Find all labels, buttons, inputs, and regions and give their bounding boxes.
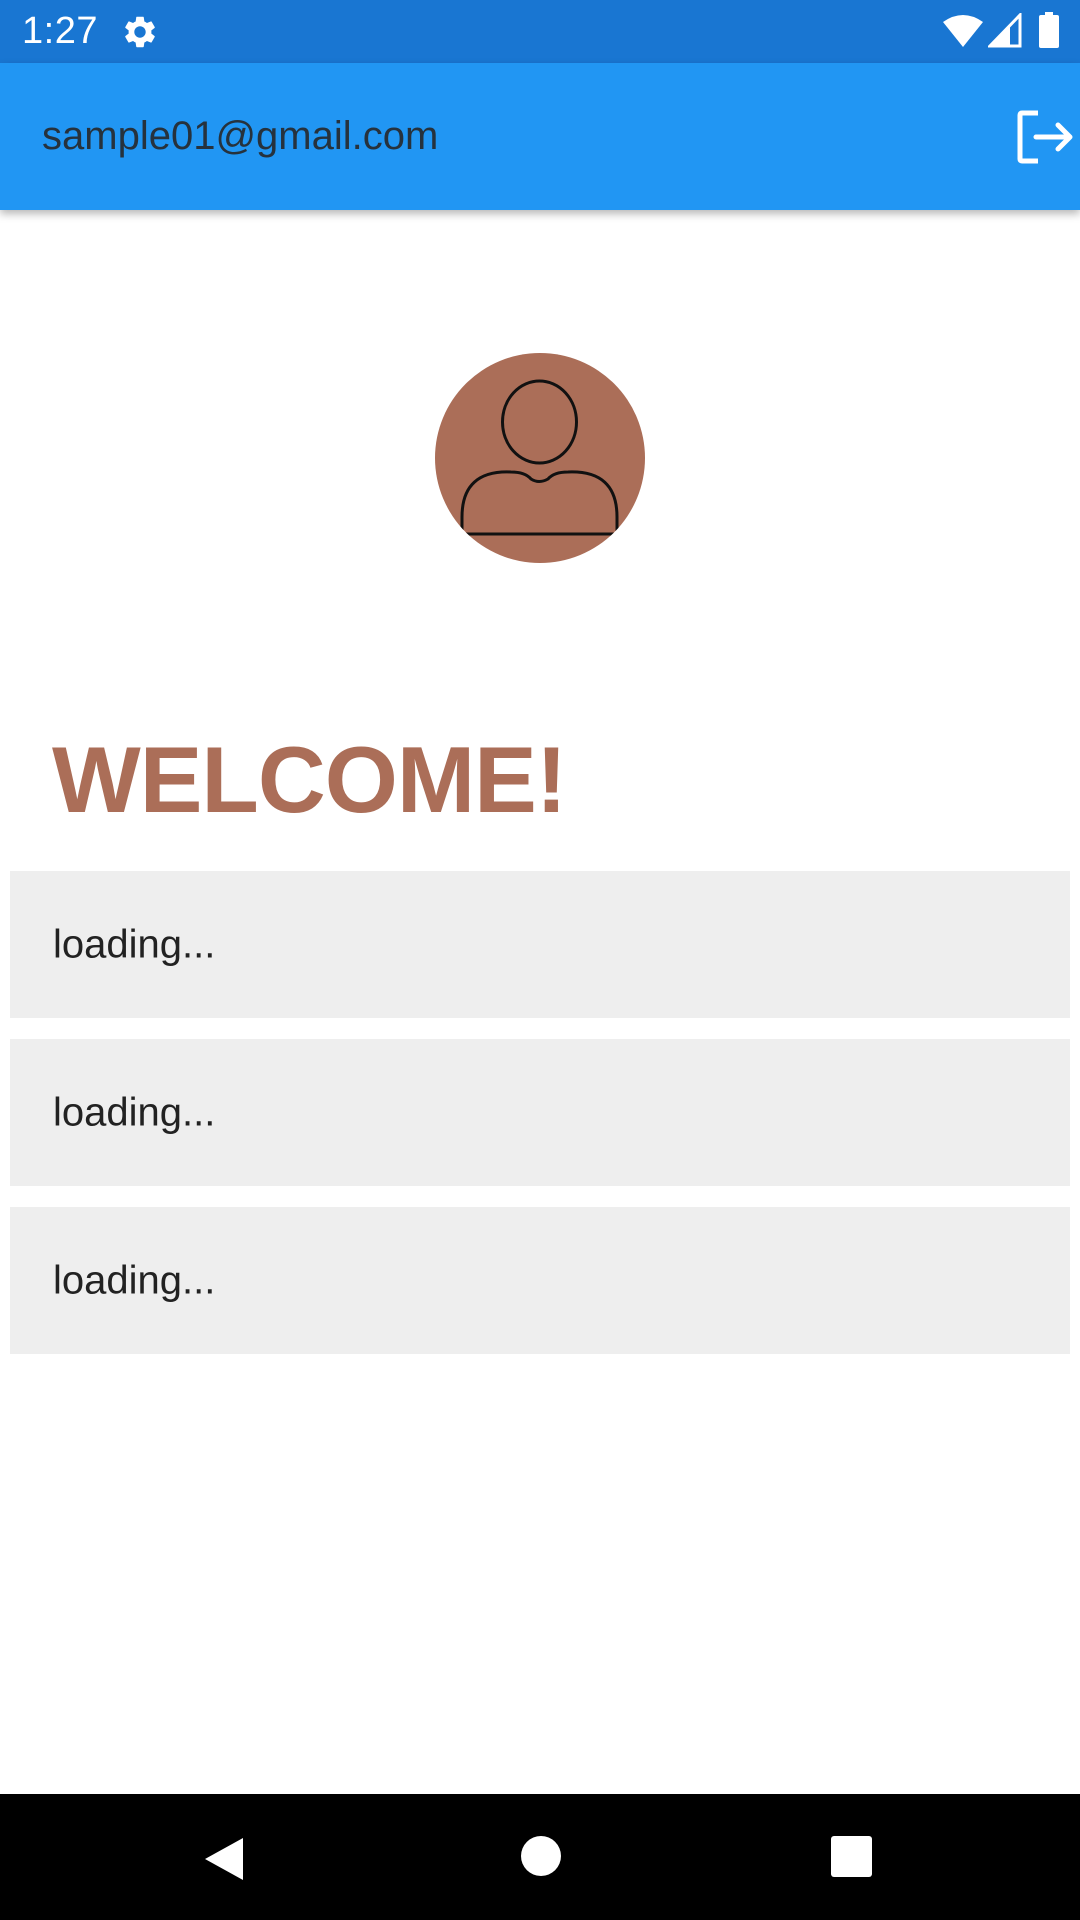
status-time: 1:27 — [22, 10, 98, 52]
avatar — [435, 353, 645, 563]
app-bar: sample01@gmail.com — [0, 63, 1080, 210]
logout-icon[interactable] — [1012, 107, 1076, 167]
wifi-icon — [943, 15, 983, 47]
recents-icon[interactable] — [831, 1836, 872, 1877]
back-icon[interactable] — [203, 1836, 247, 1882]
list-item-text: loading... — [53, 1090, 216, 1134]
list-item-text: loading... — [53, 922, 216, 966]
list-item[interactable]: loading... — [10, 1039, 1070, 1186]
list-item[interactable]: loading... — [10, 871, 1070, 1018]
navigation-bar — [0, 1794, 1080, 1920]
screen: 1:27 sample01@gmail.com WELCOME! loading… — [0, 0, 1080, 1920]
list-item[interactable]: loading... — [10, 1207, 1070, 1354]
battery-icon — [1039, 12, 1059, 48]
gear-icon — [125, 16, 155, 48]
account-email-title: sample01@gmail.com — [42, 114, 439, 158]
home-icon[interactable] — [521, 1836, 561, 1876]
list-item-text: loading... — [53, 1258, 216, 1302]
status-bar: 1:27 — [0, 0, 1080, 63]
cell-signal-icon — [988, 13, 1022, 48]
welcome-heading: WELCOME! — [52, 727, 567, 832]
person-icon — [460, 379, 619, 536]
